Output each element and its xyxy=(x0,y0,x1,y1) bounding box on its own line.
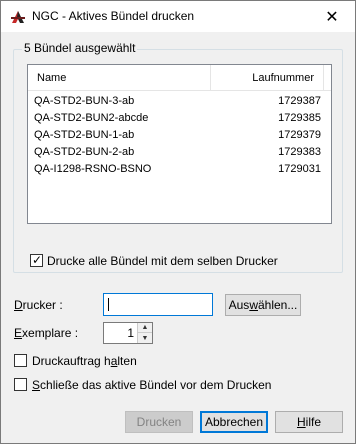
close-icon: ✕ xyxy=(325,8,339,26)
list-item[interactable]: QA-STD2-BUN-2-ab 1729383 xyxy=(28,144,331,161)
column-header-name[interactable]: Name xyxy=(28,65,211,90)
title-bar[interactable]: NGC - Aktives Bündel drucken ✕ xyxy=(1,1,355,32)
column-header-number[interactable]: Laufnummer xyxy=(211,65,324,90)
spin-down-icon[interactable]: ▼ xyxy=(137,333,152,343)
list-item-name: QA-STD2-BUN-3-ab xyxy=(34,95,135,107)
copies-stepper[interactable]: 1 ▲ ▼ xyxy=(103,322,153,344)
group-label: 5 Bündel ausgewählt xyxy=(22,41,138,55)
list-item-number: 1729031 xyxy=(278,163,321,175)
list-item[interactable]: QA-STD2-BUN2-abcde 1729385 xyxy=(28,110,331,127)
check-icon: ✓ xyxy=(32,253,43,267)
spin-up-icon[interactable]: ▲ xyxy=(137,323,152,333)
window-title: NGC - Aktives Bündel drucken xyxy=(32,9,195,23)
printer-input[interactable] xyxy=(103,293,213,316)
list-item-number: 1729387 xyxy=(278,95,321,107)
app-icon xyxy=(11,11,25,23)
select-printer-button[interactable]: Aus w ählen... xyxy=(225,294,301,316)
list-item-number: 1729385 xyxy=(278,112,321,124)
cancel-button[interactable]: Abbrechen xyxy=(200,411,268,433)
list-item-name: QA-I1298-RSNO-BSNO xyxy=(34,163,152,175)
same-printer-checkbox[interactable]: ✓ xyxy=(30,253,43,267)
hold-job-label[interactable]: Druckauftrag halten xyxy=(32,354,137,368)
copies-value[interactable]: 1 xyxy=(127,326,134,340)
list-item[interactable]: QA-STD2-BUN-1-ab 1729379 xyxy=(28,127,331,144)
close-button[interactable]: ✕ xyxy=(309,1,355,32)
hold-job-checkbox[interactable] xyxy=(14,354,27,367)
list-item-number: 1729379 xyxy=(278,129,321,141)
list-item-name: QA-STD2-BUN-2-ab xyxy=(34,146,135,158)
close-bundle-label[interactable]: Schließe das aktive Bündel vor dem Druck… xyxy=(32,378,271,392)
text-caret xyxy=(108,298,109,311)
bundle-list[interactable]: Name Laufnummer QA-STD2-BUN-3-ab 1729387 Q… xyxy=(27,64,332,224)
list-item-number: 1729383 xyxy=(278,146,321,158)
same-printer-label[interactable]: Drucke alle Bündel mit dem selben Drucke… xyxy=(47,254,278,268)
list-header: Name Laufnummer xyxy=(28,65,331,91)
print-button[interactable]: Drucken xyxy=(125,411,193,433)
print-dialog: NGC - Aktives Bündel drucken ✕ 5 Bündel … xyxy=(0,0,356,444)
help-button[interactable]: Hilfe xyxy=(275,411,343,433)
list-item[interactable]: QA-I1298-RSNO-BSNO 1729031 xyxy=(28,161,331,178)
printer-label: Drucker : xyxy=(14,298,63,312)
list-item-name: QA-STD2-BUN-1-ab xyxy=(34,129,135,141)
list-item[interactable]: QA-STD2-BUN-3-ab 1729387 xyxy=(28,93,331,110)
close-bundle-checkbox[interactable] xyxy=(14,378,27,391)
list-item-name: QA-STD2-BUN2-abcde xyxy=(34,112,149,124)
copies-label: Exemplare : xyxy=(14,326,79,340)
list-rows: QA-STD2-BUN-3-ab 1729387 QA-STD2-BUN2-abcd… xyxy=(28,93,331,178)
